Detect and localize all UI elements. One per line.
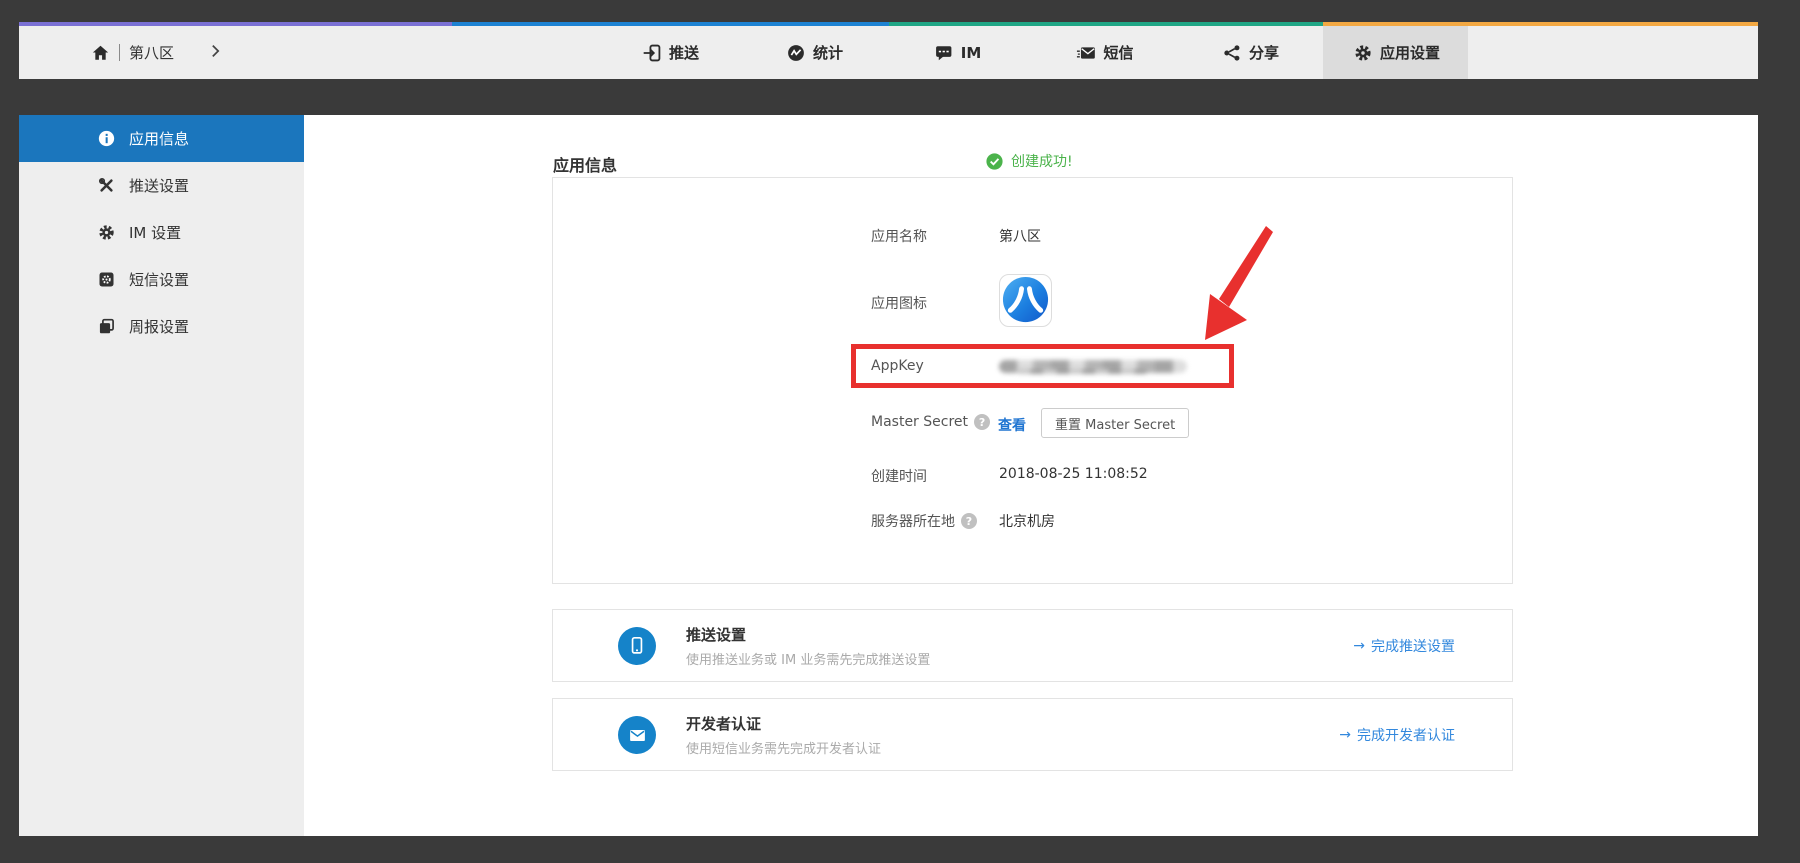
settings-sidebar: 应用信息 推送设置 IM 设置 短信设置 周报设置 [19,115,304,836]
stacked-pages-icon [98,318,115,335]
topbar-accent-purple [19,22,452,26]
tab-push[interactable]: 推送 [643,26,699,79]
phone-icon [618,627,656,665]
tab-share[interactable]: 分享 [1223,26,1279,79]
chevron-right-icon[interactable] [211,43,220,62]
created-time-label: 创建时间 [871,466,927,486]
chat-bubble-icon [935,44,953,62]
tab-app-settings-label: 应用设置 [1380,42,1440,63]
breadcrumb-app-name: 第八区 [129,42,174,63]
complete-developer-verification-link[interactable]: → 完成开发者认证 [1339,725,1455,745]
push-settings-card: 推送设置 使用推送业务或 IM 业务需先完成推送设置 → 完成推送设置 [552,609,1513,682]
appkey-masked-value [999,360,1187,373]
sidebar-item-label: 推送设置 [129,175,189,196]
app-settings-page: 第八区 推送 统计 IM 短信 [0,0,1800,863]
help-icon[interactable]: ? [961,513,977,529]
server-location-label: 服务器所在地 ? [871,511,977,531]
sidebar-item-label: IM 设置 [129,222,181,243]
check-circle-icon [986,153,1003,170]
card-title: 开发者认证 [686,713,761,734]
home-icon[interactable] [91,44,110,62]
complete-push-settings-link[interactable]: → 完成推送设置 [1353,636,1455,656]
card-description: 使用推送业务或 IM 业务需先完成推送设置 [686,649,930,668]
page-title: 应用信息 [553,152,617,176]
share-icon [1223,44,1241,62]
stats-icon [787,44,805,62]
info-icon [98,130,115,147]
status-badge: 创建成功! [986,151,1073,171]
envelope-icon [618,716,656,754]
tab-app-settings[interactable]: 应用设置 [1354,26,1440,79]
status-badge-text: 创建成功! [1011,151,1073,171]
tab-share-label: 分享 [1249,42,1279,63]
main-content: 应用信息 创建成功! 应用名称 第八区 应用图标 [304,115,1758,836]
sidebar-item-im-settings[interactable]: IM 设置 [19,209,304,256]
sidebar-item-push-settings[interactable]: 推送设置 [19,162,304,209]
app-name-value: 第八区 [999,226,1041,246]
top-navigation-bar: 第八区 推送 统计 IM 短信 [19,22,1758,79]
appkey-label: AppKey [871,358,924,374]
reset-master-secret-button[interactable]: 重置 Master Secret [1041,408,1189,438]
tab-sms-label: 短信 [1103,42,1133,63]
help-icon[interactable]: ? [974,414,990,430]
tab-im[interactable]: IM [935,26,982,79]
push-icon [643,44,661,62]
tools-icon [98,177,115,194]
tab-sms[interactable]: 短信 [1076,26,1133,79]
created-time-value: 2018-08-25 11:08:52 [999,466,1148,482]
tab-statistics[interactable]: 统计 [787,26,843,79]
sidebar-item-label: 应用信息 [129,128,189,149]
developer-verification-card: 开发者认证 使用短信业务需先完成开发者认证 → 完成开发者认证 [552,698,1513,771]
app-icon-label: 应用图标 [871,293,927,313]
app-name-label: 应用名称 [871,226,927,246]
breadcrumb[interactable]: 第八区 [91,26,174,79]
app-info-panel: 应用名称 第八区 应用图标 AppKey Master S [552,177,1513,584]
arrow-right-icon: → [1353,638,1365,654]
tab-im-label: IM [961,44,982,62]
sidebar-item-weekly-report-settings[interactable]: 周报设置 [19,303,304,350]
card-description: 使用短信业务需先完成开发者认证 [686,738,881,757]
view-master-secret-link[interactable]: 查看 [998,415,1026,435]
master-secret-label: Master Secret ? [871,414,990,430]
server-location-value: 北京机房 [999,511,1055,531]
sidebar-item-label: 周报设置 [129,316,189,337]
sidebar-item-label: 短信设置 [129,269,189,290]
gear-icon [98,224,115,241]
card-title: 推送设置 [686,624,746,645]
sms-envelope-icon [1076,44,1095,62]
gear-square-icon [98,271,115,288]
arrow-right-icon: → [1339,727,1351,743]
gear-icon [1354,44,1372,62]
sidebar-item-app-info[interactable]: 应用信息 [19,115,304,162]
app-icon-image [999,274,1052,327]
sidebar-item-sms-settings[interactable]: 短信设置 [19,256,304,303]
breadcrumb-divider [119,44,120,61]
tab-push-label: 推送 [669,42,699,63]
tab-statistics-label: 统计 [813,42,843,63]
